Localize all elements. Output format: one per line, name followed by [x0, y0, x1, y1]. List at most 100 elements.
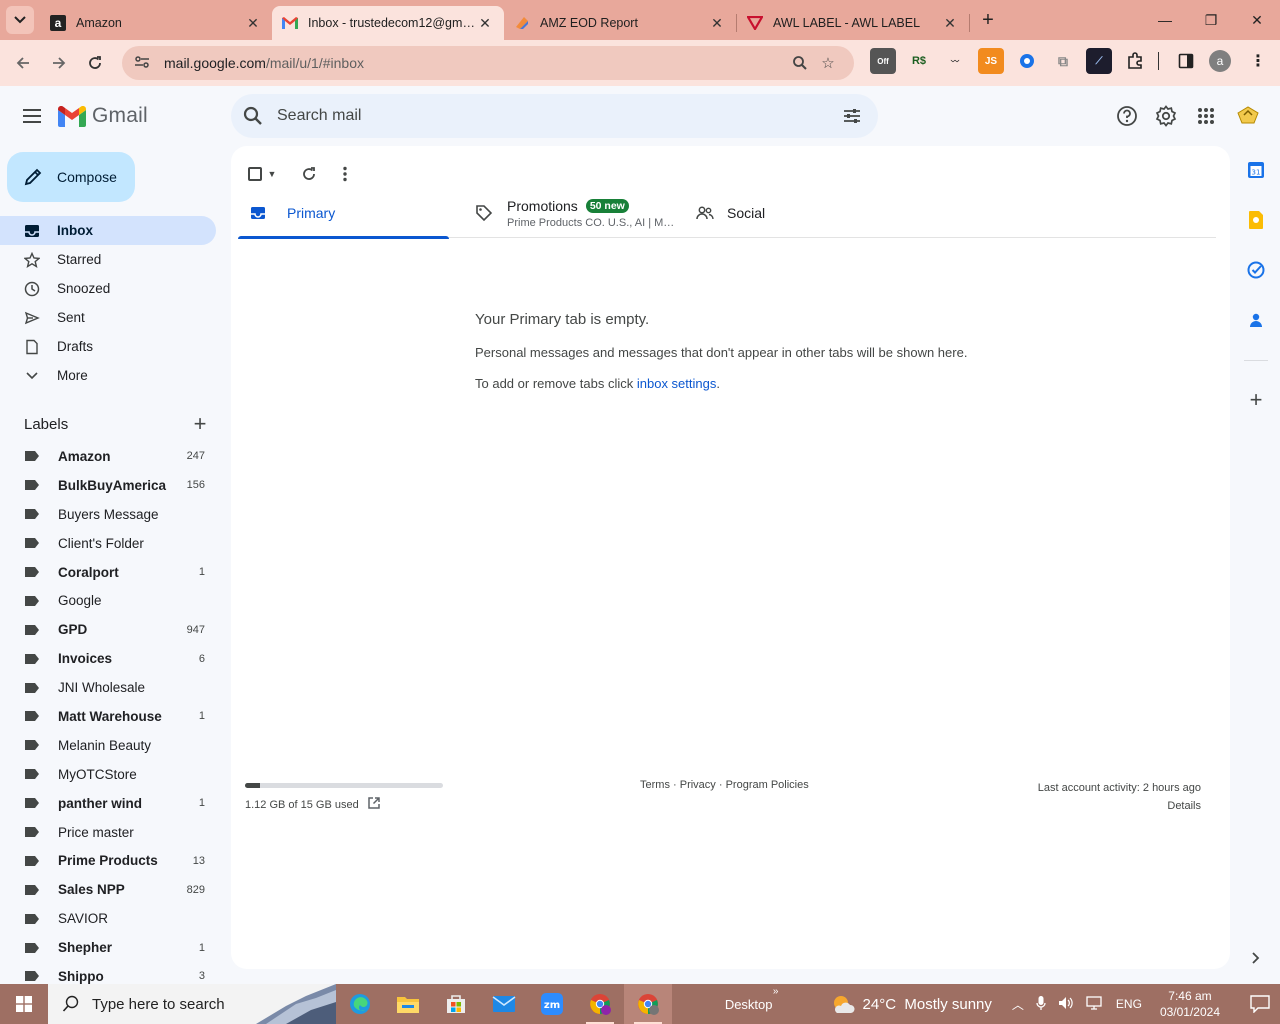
close-tab-icon[interactable]: ✕ — [476, 14, 494, 32]
taskbar-zoom[interactable]: zm — [528, 984, 576, 1024]
label-item[interactable]: Shepher 1 — [0, 933, 216, 962]
desktop-toolbar-label[interactable]: Desktop — [725, 997, 773, 1012]
create-label-plus-icon[interactable]: + — [188, 411, 212, 437]
label-item[interactable]: Invoices 6 — [0, 644, 216, 673]
close-tab-icon[interactable]: ✕ — [941, 14, 959, 32]
search-bar[interactable]: Search mail — [231, 94, 878, 138]
nav-item-more[interactable]: More — [0, 361, 216, 390]
side-panel-icon[interactable] — [1173, 48, 1199, 74]
label-item[interactable]: Amazon 247 — [0, 442, 216, 471]
taskbar-store[interactable] — [432, 984, 480, 1024]
terms-link[interactable]: Terms — [640, 779, 670, 791]
address-bar[interactable]: mail.google.com/mail/u/1/#inbox ☆ — [122, 46, 854, 80]
extension-js-icon[interactable]: JS — [978, 48, 1004, 74]
keep-icon[interactable] — [1246, 210, 1266, 230]
inbox-settings-link[interactable]: inbox settings — [637, 376, 717, 391]
nav-item-snoozed[interactable]: Snoozed — [0, 274, 216, 303]
label-item[interactable]: BulkBuyAmerica 156 — [0, 471, 216, 500]
extension-blue-icon[interactable] — [1014, 48, 1040, 74]
taskbar-mail[interactable] — [480, 984, 528, 1024]
main-menu-icon[interactable] — [16, 100, 48, 132]
taskbar-chrome-profile-m[interactable] — [576, 984, 624, 1024]
get-addons-plus-icon[interactable]: + — [1246, 387, 1266, 412]
label-item[interactable]: Coralport 1 — [0, 558, 216, 587]
search-options-icon[interactable] — [842, 106, 862, 126]
notifications-icon[interactable] — [1240, 995, 1280, 1013]
label-item[interactable]: panther wind 1 — [0, 789, 216, 818]
tasks-icon[interactable] — [1246, 260, 1266, 280]
profile-avatar[interactable]: a — [1209, 50, 1231, 72]
refresh-button[interactable] — [293, 158, 325, 190]
nav-item-drafts[interactable]: Drafts — [0, 332, 216, 361]
details-link[interactable]: Details — [1038, 797, 1201, 815]
extensions-puzzle-icon[interactable] — [1122, 48, 1148, 74]
browser-tab-amazon[interactable]: a Amazon ✕ — [40, 6, 272, 40]
settings-gear-icon[interactable] — [1150, 100, 1182, 132]
close-tab-icon[interactable]: ✕ — [708, 14, 726, 32]
bookmark-star-icon[interactable]: ☆ — [814, 49, 842, 77]
close-window-button[interactable]: ✕ — [1234, 0, 1280, 40]
minimize-button[interactable]: — — [1142, 0, 1188, 40]
weather-widget[interactable]: 24°C Mostly sunny — [831, 994, 992, 1014]
taskbar-search[interactable]: Type here to search — [48, 984, 336, 1024]
microphone-icon[interactable] — [1036, 995, 1046, 1014]
label-item[interactable]: GPD 947 — [0, 615, 216, 644]
search-icon[interactable] — [243, 106, 263, 126]
google-apps-icon[interactable] — [1190, 100, 1222, 132]
language-indicator[interactable]: ENG — [1116, 997, 1142, 1011]
chrome-menu-icon[interactable]: ⋮ — [1245, 48, 1271, 74]
restore-button[interactable]: ❐ — [1188, 0, 1234, 40]
forward-button[interactable] — [42, 46, 76, 80]
nav-item-sent[interactable]: Sent — [0, 303, 216, 332]
new-tab-button[interactable]: + — [974, 6, 1002, 34]
speaker-icon[interactable] — [1058, 996, 1074, 1013]
search-input[interactable]: Search mail — [277, 107, 842, 125]
label-item[interactable]: Sales NPP 829 — [0, 875, 216, 904]
account-avatar[interactable] — [1234, 100, 1262, 130]
browser-tab-amz-eod[interactable]: AMZ EOD Report ✕ — [504, 6, 736, 40]
label-item[interactable]: Prime Products 13 — [0, 846, 216, 875]
close-tab-icon[interactable]: ✕ — [244, 14, 262, 32]
calendar-icon[interactable]: 31 — [1246, 160, 1266, 180]
label-item[interactable]: Melanin Beauty — [0, 731, 216, 760]
more-actions-button[interactable] — [329, 158, 361, 190]
extension-rs-icon[interactable]: R$ — [906, 48, 932, 74]
zoom-icon[interactable] — [786, 49, 814, 77]
tab-promotions[interactable]: Promotions 50 new Prime Products CO. U.S… — [449, 188, 677, 238]
select-all-checkbox[interactable]: ▼ — [243, 158, 281, 190]
taskbar-file-explorer[interactable] — [384, 984, 432, 1024]
reload-button[interactable] — [78, 46, 112, 80]
nav-item-inbox[interactable]: Inbox — [0, 216, 216, 245]
label-item[interactable]: Client's Folder — [0, 529, 216, 558]
start-button[interactable] — [0, 984, 48, 1024]
taskbar-search-input[interactable]: Type here to search — [92, 996, 225, 1013]
nav-item-starred[interactable]: Starred — [0, 245, 216, 274]
back-button[interactable] — [6, 46, 40, 80]
open-in-new-icon[interactable] — [359, 796, 381, 813]
tab-search-button[interactable] — [6, 6, 34, 34]
chevron-up-icon[interactable]: ︿ — [1012, 996, 1024, 1013]
label-item[interactable]: Google — [0, 586, 216, 615]
label-item[interactable]: Price master — [0, 818, 216, 847]
help-icon[interactable] — [1111, 100, 1143, 132]
url-text[interactable]: mail.google.com/mail/u/1/#inbox — [164, 55, 786, 71]
extension-keepa-icon[interactable]: 〰 — [942, 48, 968, 74]
extension-off-icon[interactable]: Off — [870, 48, 896, 74]
extension-dark-icon[interactable]: ⟋ — [1086, 48, 1112, 74]
tab-primary[interactable]: Primary — [238, 188, 449, 239]
tab-social[interactable]: Social — [677, 188, 901, 238]
privacy-link[interactable]: Privacy — [680, 779, 716, 791]
browser-tab-gmail[interactable]: Inbox - trustedecom12@gmail.com ✕ — [272, 6, 504, 40]
taskbar-chrome-profile-a[interactable] — [624, 984, 672, 1024]
contacts-icon[interactable] — [1246, 310, 1266, 330]
label-item[interactable]: JNI Wholesale — [0, 673, 216, 702]
browser-tab-awl-label[interactable]: AWL LABEL - AWL LABEL ✕ — [737, 6, 969, 40]
label-item[interactable]: Matt Warehouse 1 — [0, 702, 216, 731]
clock[interactable]: 7:46 am 03/01/2024 — [1160, 988, 1220, 1020]
compose-button[interactable]: Compose — [7, 152, 135, 202]
label-item[interactable]: Buyers Message — [0, 500, 216, 529]
chevron-right-icon[interactable] — [1246, 948, 1266, 968]
network-icon[interactable] — [1086, 995, 1104, 1013]
program-policies-link[interactable]: Program Policies — [726, 779, 809, 791]
taskbar-edge[interactable] — [336, 984, 384, 1024]
